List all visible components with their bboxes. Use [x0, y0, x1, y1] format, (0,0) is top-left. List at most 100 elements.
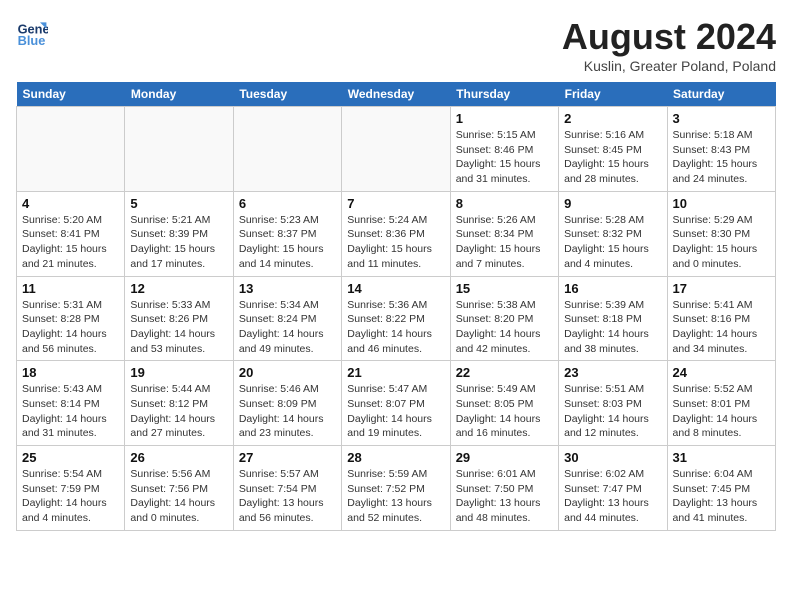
- location-subtitle: Kuslin, Greater Poland, Poland: [562, 58, 776, 74]
- day-number: 31: [673, 450, 770, 465]
- calendar-day-cell: 23 Sunrise: 5:51 AMSunset: 8:03 PMDayligh…: [559, 361, 667, 446]
- day-of-week-header: Friday: [559, 82, 667, 107]
- calendar-week-row: 1 Sunrise: 5:15 AMSunset: 8:46 PMDaylight…: [17, 107, 776, 192]
- day-info: Sunrise: 5:59 AMSunset: 7:52 PMDaylight:…: [347, 467, 444, 526]
- calendar-day-cell: 9 Sunrise: 5:28 AMSunset: 8:32 PMDaylight…: [559, 191, 667, 276]
- day-number: 13: [239, 281, 336, 296]
- day-number: 28: [347, 450, 444, 465]
- day-number: 11: [22, 281, 119, 296]
- day-number: 18: [22, 365, 119, 380]
- day-info: Sunrise: 5:57 AMSunset: 7:54 PMDaylight:…: [239, 467, 336, 526]
- logo-icon: General Blue: [16, 16, 48, 48]
- calendar-day-cell: 15 Sunrise: 5:38 AMSunset: 8:20 PMDayligh…: [450, 276, 558, 361]
- day-number: 23: [564, 365, 661, 380]
- calendar-day-cell: [233, 107, 341, 192]
- day-of-week-header: Monday: [125, 82, 233, 107]
- day-number: 1: [456, 111, 553, 126]
- calendar-day-cell: 2Sunrise: 5:16 AMSunset: 8:45 PMDaylight…: [559, 107, 667, 192]
- day-of-week-header: Wednesday: [342, 82, 450, 107]
- page-header: General Blue August 2024 Kuslin, Greater…: [16, 16, 776, 74]
- day-number: 25: [22, 450, 119, 465]
- calendar-day-cell: 21 Sunrise: 5:47 AMSunset: 8:07 PMDayligh…: [342, 361, 450, 446]
- day-number: 2: [564, 111, 661, 126]
- day-info: Sunrise: 5:49 AMSunset: 8:05 PMDaylight:…: [456, 382, 553, 441]
- day-info: Sunrise: 5:38 AMSunset: 8:20 PMDaylight:…: [456, 298, 553, 357]
- day-number: 12: [130, 281, 227, 296]
- day-info: Sunrise: 5:44 AMSunset: 8:12 PMDaylight:…: [130, 382, 227, 441]
- calendar-day-cell: 31 Sunrise: 6:04 AMSunset: 7:45 PMDayligh…: [667, 446, 775, 531]
- day-info: Sunrise: 6:01 AMSunset: 7:50 PMDaylight:…: [456, 467, 553, 526]
- calendar-header-row: SundayMondayTuesdayWednesdayThursdayFrid…: [17, 82, 776, 107]
- day-info: Sunrise: 5:51 AMSunset: 8:03 PMDaylight:…: [564, 382, 661, 441]
- day-number: 6: [239, 196, 336, 211]
- day-number: 21: [347, 365, 444, 380]
- day-info: Sunrise: 5:46 AMSunset: 8:09 PMDaylight:…: [239, 382, 336, 441]
- calendar-day-cell: 27 Sunrise: 5:57 AMSunset: 7:54 PMDayligh…: [233, 446, 341, 531]
- day-info: Sunrise: 5:28 AMSunset: 8:32 PMDaylight:…: [564, 213, 661, 272]
- day-info: Sunrise: 5:52 AMSunset: 8:01 PMDaylight:…: [673, 382, 770, 441]
- svg-text:Blue: Blue: [18, 33, 46, 48]
- calendar-week-row: 25 Sunrise: 5:54 AMSunset: 7:59 PMDayligh…: [17, 446, 776, 531]
- calendar-day-cell: 5 Sunrise: 5:21 AMSunset: 8:39 PMDaylight…: [125, 191, 233, 276]
- month-year-title: August 2024: [562, 16, 776, 58]
- calendar-week-row: 18 Sunrise: 5:43 AMSunset: 8:14 PMDayligh…: [17, 361, 776, 446]
- calendar-week-row: 11 Sunrise: 5:31 AMSunset: 8:28 PMDayligh…: [17, 276, 776, 361]
- calendar-day-cell: 25 Sunrise: 5:54 AMSunset: 7:59 PMDayligh…: [17, 446, 125, 531]
- calendar-day-cell: 24 Sunrise: 5:52 AMSunset: 8:01 PMDayligh…: [667, 361, 775, 446]
- day-number: 7: [347, 196, 444, 211]
- calendar-day-cell: [17, 107, 125, 192]
- day-info: Sunrise: 5:33 AMSunset: 8:26 PMDaylight:…: [130, 298, 227, 357]
- day-info: Sunrise: 5:34 AMSunset: 8:24 PMDaylight:…: [239, 298, 336, 357]
- day-of-week-header: Saturday: [667, 82, 775, 107]
- calendar-day-cell: 16Sunrise: 5:39 AMSunset: 8:18 PMDayligh…: [559, 276, 667, 361]
- day-number: 29: [456, 450, 553, 465]
- calendar-day-cell: 13 Sunrise: 5:34 AMSunset: 8:24 PMDayligh…: [233, 276, 341, 361]
- day-number: 10: [673, 196, 770, 211]
- calendar-day-cell: [125, 107, 233, 192]
- calendar-day-cell: [342, 107, 450, 192]
- day-info: Sunrise: 5:29 AMSunset: 8:30 PMDaylight:…: [673, 213, 770, 272]
- calendar-day-cell: 8Sunrise: 5:26 AMSunset: 8:34 PMDaylight…: [450, 191, 558, 276]
- day-number: 27: [239, 450, 336, 465]
- day-of-week-header: Sunday: [17, 82, 125, 107]
- day-info: Sunrise: 5:20 AMSunset: 8:41 PMDaylight:…: [22, 213, 119, 272]
- calendar-day-cell: 20 Sunrise: 5:46 AMSunset: 8:09 PMDayligh…: [233, 361, 341, 446]
- calendar-day-cell: 7Sunrise: 5:24 AMSunset: 8:36 PMDaylight…: [342, 191, 450, 276]
- day-info: Sunrise: 5:23 AMSunset: 8:37 PMDaylight:…: [239, 213, 336, 272]
- calendar-table: SundayMondayTuesdayWednesdayThursdayFrid…: [16, 82, 776, 531]
- day-number: 24: [673, 365, 770, 380]
- calendar-week-row: 4 Sunrise: 5:20 AMSunset: 8:41 PMDaylight…: [17, 191, 776, 276]
- day-info: Sunrise: 5:15 AMSunset: 8:46 PMDaylight:…: [456, 128, 553, 187]
- calendar-day-cell: 11 Sunrise: 5:31 AMSunset: 8:28 PMDayligh…: [17, 276, 125, 361]
- calendar-day-cell: 18 Sunrise: 5:43 AMSunset: 8:14 PMDayligh…: [17, 361, 125, 446]
- day-info: Sunrise: 5:43 AMSunset: 8:14 PMDaylight:…: [22, 382, 119, 441]
- day-info: Sunrise: 5:39 AMSunset: 8:18 PMDaylight:…: [564, 298, 661, 357]
- day-of-week-header: Tuesday: [233, 82, 341, 107]
- day-info: Sunrise: 5:54 AMSunset: 7:59 PMDaylight:…: [22, 467, 119, 526]
- day-info: Sunrise: 5:41 AMSunset: 8:16 PMDaylight:…: [673, 298, 770, 357]
- day-info: Sunrise: 5:21 AMSunset: 8:39 PMDaylight:…: [130, 213, 227, 272]
- calendar-day-cell: 14Sunrise: 5:36 AMSunset: 8:22 PMDayligh…: [342, 276, 450, 361]
- calendar-day-cell: 30Sunrise: 6:02 AMSunset: 7:47 PMDayligh…: [559, 446, 667, 531]
- day-info: Sunrise: 5:47 AMSunset: 8:07 PMDaylight:…: [347, 382, 444, 441]
- day-number: 9: [564, 196, 661, 211]
- calendar-day-cell: 19 Sunrise: 5:44 AMSunset: 8:12 PMDayligh…: [125, 361, 233, 446]
- logo: General Blue: [16, 16, 48, 48]
- calendar-day-cell: 22 Sunrise: 5:49 AMSunset: 8:05 PMDayligh…: [450, 361, 558, 446]
- day-number: 15: [456, 281, 553, 296]
- day-number: 22: [456, 365, 553, 380]
- day-number: 30: [564, 450, 661, 465]
- day-number: 4: [22, 196, 119, 211]
- day-number: 14: [347, 281, 444, 296]
- title-block: August 2024 Kuslin, Greater Poland, Pola…: [562, 16, 776, 74]
- calendar-day-cell: 3Sunrise: 5:18 AMSunset: 8:43 PMDaylight…: [667, 107, 775, 192]
- calendar-day-cell: 28 Sunrise: 5:59 AMSunset: 7:52 PMDayligh…: [342, 446, 450, 531]
- day-number: 20: [239, 365, 336, 380]
- calendar-day-cell: 6 Sunrise: 5:23 AMSunset: 8:37 PMDaylight…: [233, 191, 341, 276]
- calendar-day-cell: 29 Sunrise: 6:01 AMSunset: 7:50 PMDayligh…: [450, 446, 558, 531]
- day-info: Sunrise: 5:31 AMSunset: 8:28 PMDaylight:…: [22, 298, 119, 357]
- day-number: 5: [130, 196, 227, 211]
- day-number: 19: [130, 365, 227, 380]
- calendar-day-cell: 1 Sunrise: 5:15 AMSunset: 8:46 PMDaylight…: [450, 107, 558, 192]
- day-info: Sunrise: 6:04 AMSunset: 7:45 PMDaylight:…: [673, 467, 770, 526]
